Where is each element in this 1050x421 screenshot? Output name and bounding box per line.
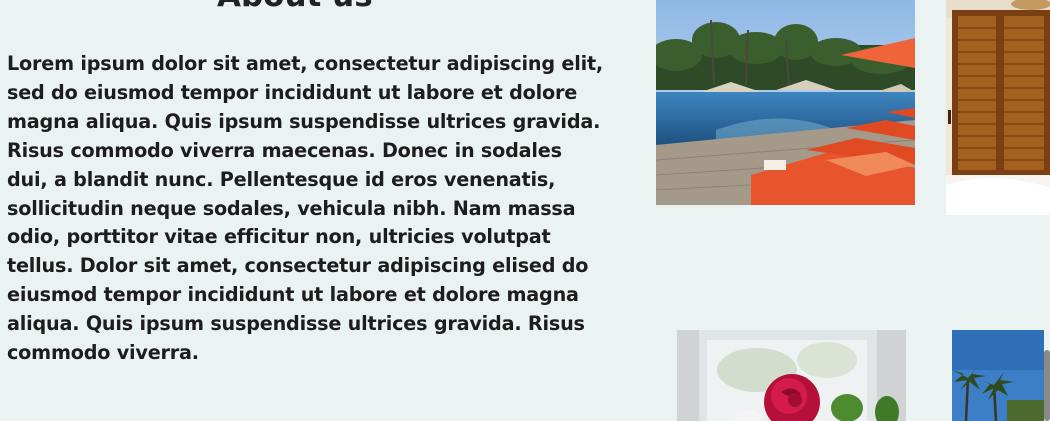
red-rose-photo	[677, 330, 906, 421]
wooden-shutters-room-photo	[946, 0, 1050, 215]
scrollbar-thumb[interactable]	[1044, 350, 1050, 421]
pool-loungers-photo	[656, 0, 915, 205]
about-heading: About us	[217, 0, 373, 14]
palm-trees-sky-photo	[952, 330, 1044, 421]
about-section: About us Lorem ipsum dolor sit amet, con…	[0, 0, 1050, 421]
about-paragraph: Lorem ipsum dolor sit amet, consectetur …	[7, 52, 604, 365]
